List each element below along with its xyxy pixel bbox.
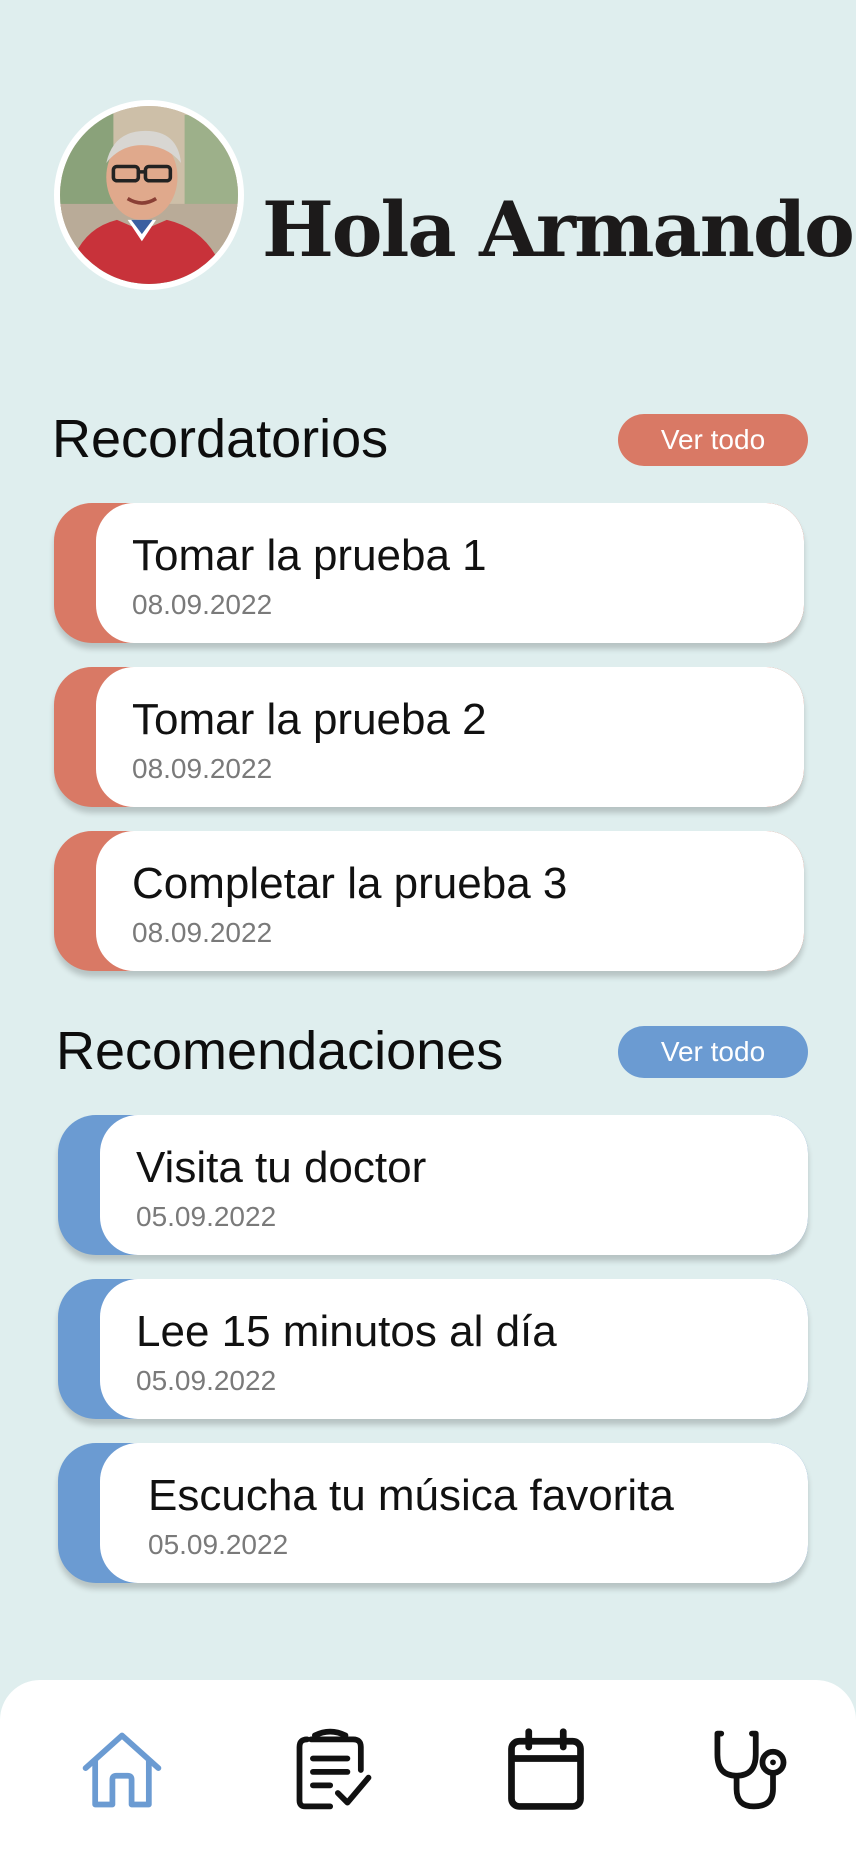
recommendation-date: 05.09.2022 — [136, 1365, 277, 1396]
card-body: Escucha tu música favorita 05.09.2022 — [100, 1443, 808, 1583]
recommendation-date: 05.09.2022 — [136, 1201, 277, 1232]
reminder-date: 08.09.2022 — [132, 753, 273, 784]
reminders-see-all-button[interactable]: Ver todo — [618, 414, 808, 466]
recommendation-title: Lee 15 minutos al día — [136, 1307, 557, 1356]
stethoscope-icon — [714, 1730, 787, 1810]
recommendation-card-1[interactable]: Visita tu doctor 05.09.2022 — [58, 1115, 808, 1255]
reminder-title: Tomar la prueba 2 — [132, 695, 487, 744]
recommendations-title: Recomendaciones — [56, 1021, 504, 1081]
avatar[interactable] — [54, 100, 244, 290]
reminder-card-1[interactable]: Tomar la prueba 1 08.09.2022 — [54, 503, 804, 643]
card-body: Tomar la prueba 1 08.09.2022 — [96, 503, 804, 643]
card-body: Completar la prueba 3 08.09.2022 — [96, 831, 804, 971]
card-body: Tomar la prueba 2 08.09.2022 — [96, 667, 804, 807]
recommendation-card-2[interactable]: Lee 15 minutos al día 05.09.2022 — [58, 1279, 808, 1419]
reminder-title: Tomar la prueba 1 — [132, 531, 487, 580]
home-icon — [82, 1732, 162, 1808]
checklist-icon — [296, 1728, 372, 1810]
card-body: Lee 15 minutos al día 05.09.2022 — [100, 1279, 808, 1419]
user-photo — [60, 106, 238, 284]
reminder-title: Completar la prueba 3 — [132, 859, 568, 908]
nav-tasks-button[interactable] — [284, 1720, 384, 1820]
recommendation-title: Escucha tu música favorita — [148, 1471, 674, 1520]
recommendations-see-all-button[interactable]: Ver todo — [618, 1026, 808, 1078]
reminder-date: 08.09.2022 — [132, 589, 273, 620]
reminder-card-3[interactable]: Completar la prueba 3 08.09.2022 — [54, 831, 804, 971]
nav-health-button[interactable] — [700, 1720, 800, 1820]
recommendation-title: Visita tu doctor — [136, 1143, 427, 1192]
nav-calendar-button[interactable] — [496, 1720, 596, 1820]
reminder-date: 08.09.2022 — [132, 917, 273, 948]
recommendation-card-3[interactable]: Escucha tu música favorita 05.09.2022 — [58, 1443, 808, 1583]
reminders-title: Recordatorios — [52, 409, 389, 469]
greeting-title: Hola Armando — [262, 185, 855, 274]
reminder-card-2[interactable]: Tomar la prueba 2 08.09.2022 — [54, 667, 804, 807]
recommendation-date: 05.09.2022 — [148, 1529, 289, 1560]
nav-home-button[interactable] — [72, 1720, 172, 1820]
calendar-icon — [508, 1728, 584, 1810]
bottom-navigation — [0, 1680, 856, 1852]
card-body: Visita tu doctor 05.09.2022 — [100, 1115, 808, 1255]
